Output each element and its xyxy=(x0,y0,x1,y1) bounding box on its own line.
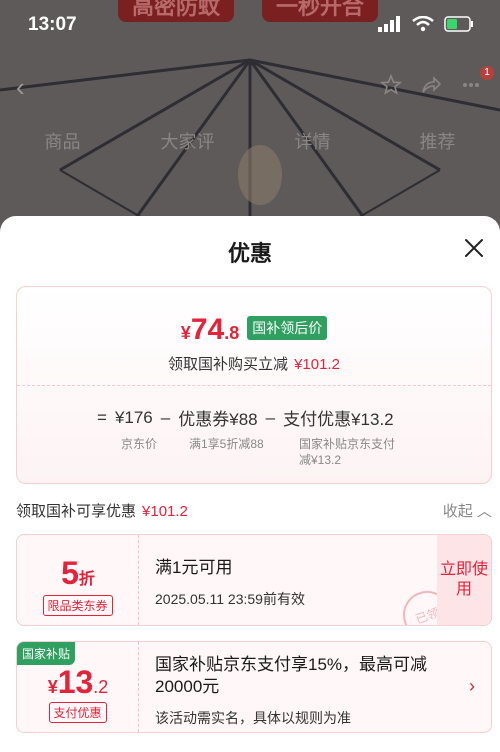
chevron-right-icon[interactable]: › xyxy=(469,676,475,697)
back-icon[interactable]: ‹ xyxy=(16,72,25,103)
final-price: ¥ 74 .8 国补领后价 xyxy=(17,313,491,347)
subsidy-amount: ¥13.2 xyxy=(17,664,139,701)
collapse-label: 收起 xyxy=(442,503,473,520)
tab-details[interactable]: 详情 xyxy=(250,128,375,154)
price-formula: = ¥176 – 优惠券¥88 – 支付优惠¥13.2 xyxy=(97,405,394,430)
coupon-discount-value: 5 xyxy=(61,555,79,591)
coupon-type-badge: 限品类东券 xyxy=(42,595,113,616)
subsidy-savings: 领取国补购买立减 ¥101.2 xyxy=(17,353,491,374)
price-currency: ¥ xyxy=(180,323,191,343)
national-subsidy-tag: 国家补贴 xyxy=(17,642,76,665)
section-amount: ¥101.2 xyxy=(142,503,188,520)
formula-pay: 支付优惠¥13.2 xyxy=(283,410,394,429)
subsidy-note: 该活动需实名，具体以规则为准 xyxy=(155,710,351,726)
coupon-card-subsidy[interactable]: 国家补贴 ¥13.2 支付优惠 国家补贴京东支付享15%，最高可减20000元 … xyxy=(16,641,492,733)
status-time: 13:07 xyxy=(28,14,77,35)
chevron-up-icon: ︿ xyxy=(476,503,492,520)
tab-reviews[interactable]: 大家评 xyxy=(125,128,250,154)
subsidy-amount-int: 13 xyxy=(57,664,94,700)
collapse-button[interactable]: 收起 ︿ xyxy=(443,500,492,521)
price-integer: 74 xyxy=(190,313,225,346)
formula-minus-1: – xyxy=(160,407,171,427)
battery-icon xyxy=(444,16,473,32)
formula-coupon: 优惠券¥88 xyxy=(178,410,258,429)
wifi-icon xyxy=(412,16,434,32)
use-now-button[interactable]: 立即使用 xyxy=(437,535,491,625)
coupon-card-discount: 5折 限品类东券 满1元可用 2025.05.11 23:59前有效 已领 立即… xyxy=(16,534,492,626)
background-page: 高密防蚊 一秒开合 13:07 ‹ 1 商品 大家评 详情 推荐 xyxy=(0,0,500,240)
bg-tab-bar: 商品 大家评 详情 推荐 xyxy=(0,128,500,154)
star-icon[interactable] xyxy=(378,72,404,98)
status-bar: 13:07 xyxy=(0,12,500,42)
pay-discount-badge: 支付优惠 xyxy=(48,702,107,723)
label-pay-line2: 减¥13.2 xyxy=(299,453,342,467)
section-title: 领取国补可享优惠 xyxy=(16,503,137,520)
price-summary-card: ¥ 74 .8 国补领后价 领取国补购买立减 ¥101.2 = ¥176 – 优惠… xyxy=(16,286,492,484)
label-base: 京东价 xyxy=(121,437,158,451)
label-pay-line1: 国家补贴京东支付 xyxy=(299,437,396,451)
divider xyxy=(17,385,491,386)
subsidy-currency: ¥ xyxy=(47,677,58,697)
formula-base: ¥176 xyxy=(114,407,153,427)
subsidy-price-tag: 国补领后价 xyxy=(247,316,328,340)
coupon-condition: 满1元可用 xyxy=(155,558,233,577)
formula-minus-2: – xyxy=(265,407,276,427)
sheet-title: 优惠 xyxy=(227,241,272,266)
subsidy-amount-dec: .2 xyxy=(93,677,109,697)
discount-sheet: 优惠 ¥ 74 .8 国补领后价 领取国补购买立减 ¥101.2 = ¥176 –… xyxy=(0,216,500,752)
coupon-discount-unit: 折 xyxy=(78,571,95,588)
coupon-discount: 5折 xyxy=(17,555,139,592)
share-icon[interactable] xyxy=(418,72,444,98)
subsidy-section-header: 领取国补可享优惠 ¥101.2 收起 ︿ xyxy=(16,500,492,521)
notification-badge: 1 xyxy=(480,66,494,80)
close-icon[interactable] xyxy=(462,236,486,260)
tab-product[interactable]: 商品 xyxy=(0,128,125,154)
formula-equals: = xyxy=(97,407,107,427)
tab-recommend[interactable]: 推荐 xyxy=(375,128,500,154)
subsidy-description: 国家补贴京东支付享15%，最高可减20000元 xyxy=(155,655,428,696)
subsidy-savings-text: 领取国补购买立减 xyxy=(168,356,289,373)
signal-icon xyxy=(378,16,400,32)
subsidy-savings-amount: ¥101.2 xyxy=(294,356,340,373)
label-coupon: 满1享5折减88 xyxy=(189,437,264,451)
coupon-expiry: 2025.05.11 23:59前有效 xyxy=(155,591,305,607)
price-decimal: .8 xyxy=(224,323,240,343)
